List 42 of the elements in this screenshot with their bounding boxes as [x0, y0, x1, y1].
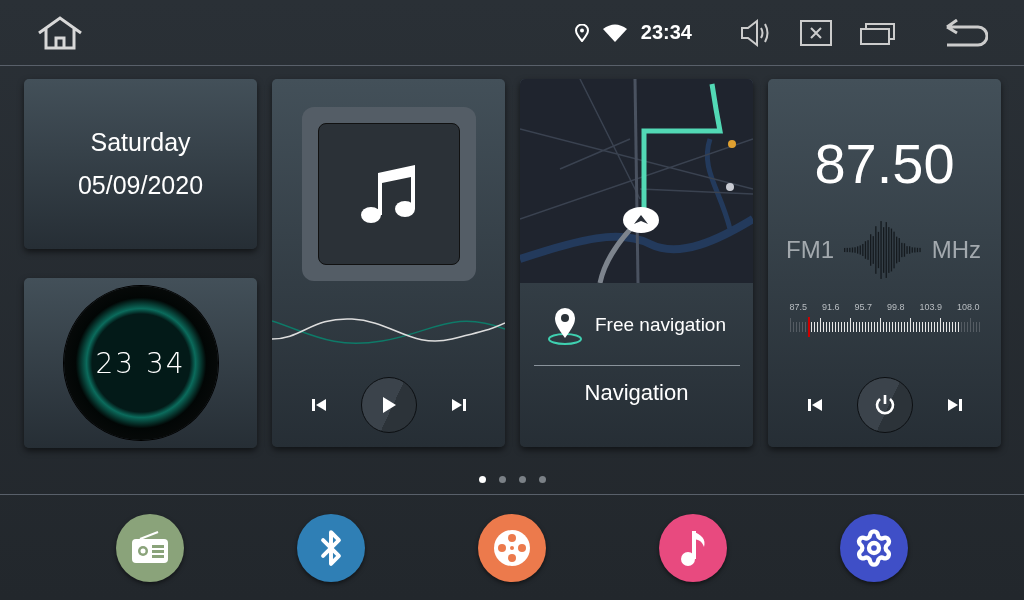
tick-label: 103.9 — [919, 302, 942, 312]
tuning-needle — [807, 317, 810, 337]
tuning-scale[interactable] — [789, 314, 980, 338]
film-reel-icon — [492, 527, 532, 568]
page-dot[interactable] — [518, 475, 526, 483]
clock-time: 23:34 — [640, 21, 692, 44]
next-icon — [946, 397, 963, 413]
sound-wave-icon — [842, 218, 923, 282]
next-icon — [450, 397, 467, 413]
page-dot[interactable] — [538, 475, 546, 483]
clock-time: 23 34 — [95, 346, 186, 380]
next-button[interactable] — [946, 397, 963, 413]
tick-label: 91.6 — [822, 302, 840, 312]
tick-label: 99.8 — [886, 302, 905, 312]
power-icon — [873, 394, 896, 416]
date: 05/09/2020 — [77, 171, 204, 200]
tick-label: 95.7 — [854, 302, 872, 312]
previous-button[interactable] — [806, 397, 823, 413]
tick-label: 87.5 — [789, 302, 808, 312]
wifi-icon — [602, 23, 627, 42]
radio-icon — [130, 530, 171, 565]
card-title: Navigation — [584, 380, 689, 406]
back-icon[interactable] — [944, 18, 988, 47]
tick-label: 108.0 — [956, 302, 980, 312]
radio-frequency: 87.50 — [814, 131, 955, 196]
close-icon[interactable] — [800, 19, 832, 46]
previous-icon — [806, 397, 823, 413]
band-label: FM1 — [786, 236, 834, 264]
location-pin-icon — [574, 23, 589, 42]
page-dot[interactable] — [478, 475, 486, 483]
home-icon[interactable] — [36, 15, 84, 50]
page-dot[interactable] — [498, 475, 506, 483]
play-icon — [380, 396, 397, 414]
windows-icon[interactable] — [860, 20, 896, 45]
free-navigation-link[interactable]: Free navigation — [595, 314, 726, 336]
location-pin-icon — [547, 305, 583, 345]
weekday: Saturday — [90, 128, 191, 157]
unit-label: MHz — [931, 236, 981, 264]
previous-icon — [310, 397, 327, 413]
previous-button[interactable] — [310, 397, 327, 413]
app-button[interactable] — [478, 513, 546, 582]
next-button[interactable] — [450, 397, 467, 413]
